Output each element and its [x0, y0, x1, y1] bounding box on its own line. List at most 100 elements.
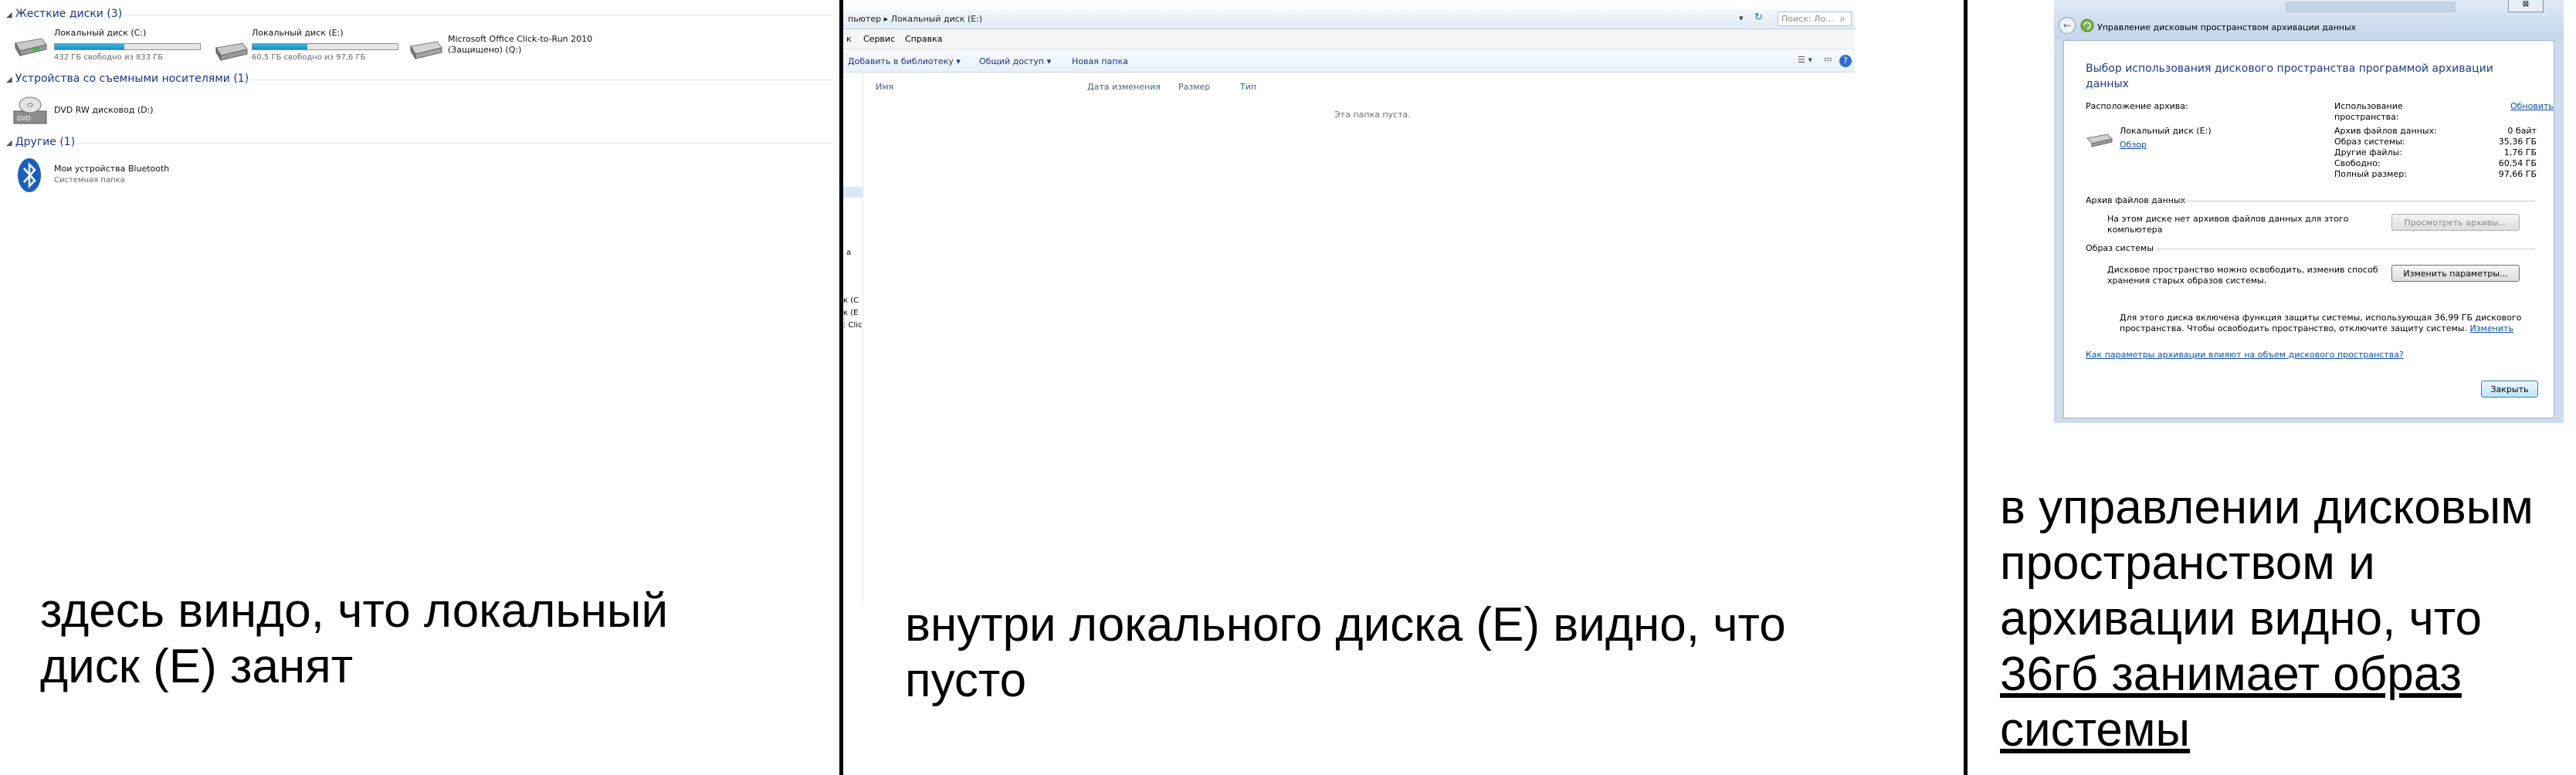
group-other[interactable]: ◢ Другие (1): [6, 136, 75, 148]
search-input[interactable]: Поиск: Ло... ⌕: [1778, 12, 1852, 26]
hard-drive-icon[interactable]: [12, 36, 48, 57]
column-header-size[interactable]: Размер: [1178, 82, 1210, 92]
caption-panel1-line2: диск (Е) занят: [40, 640, 354, 693]
back-arrow-icon[interactable]: ←: [2059, 17, 2076, 34]
address-dropdown-icon[interactable]: ▾: [1739, 13, 1744, 23]
drive-q-name[interactable]: Microsoft Office Click-to-Run 2010: [448, 34, 592, 44]
help-link[interactable]: Как параметры архивации влияют на объем …: [2086, 350, 2404, 360]
dvd-drive-name[interactable]: DVD RW дисковод (D:): [54, 105, 154, 115]
share-button[interactable]: Общий доступ ▾: [979, 56, 1051, 66]
caption-panel2-line1: внутри локального диска (Е) видно, что: [905, 598, 1786, 651]
data-archive-text-1: На этом диске нет архивов файлов данных …: [2107, 214, 2349, 224]
view-options-icon[interactable]: ☰ ▾: [1798, 55, 1812, 65]
disk-e-label: Локальный диск (E:): [2120, 126, 2212, 136]
disk-space-dialog: ⊠ ← Управление дисковым пространством ар…: [2054, 0, 2564, 423]
drive-c-usage-bar: [54, 43, 201, 50]
caption-panel3-line3: архивации видно, что: [2000, 592, 2483, 645]
menu-item-fragment[interactable]: к: [846, 34, 852, 44]
archive-location-label: Расположение архива:: [2086, 101, 2188, 111]
usage-other-label: Другие файлы:: [2334, 147, 2402, 157]
separator-line: [1964, 0, 1968, 775]
backup-icon: [2080, 19, 2094, 32]
change-protection-link[interactable]: Изменить: [2469, 323, 2513, 333]
search-icon[interactable]: ⌕: [1840, 13, 1846, 25]
system-image-title: Образ системы: [2086, 243, 2154, 253]
view-archives-button[interactable]: Просмотреть архивы...: [2391, 214, 2520, 231]
preview-pane-icon[interactable]: ▭: [1824, 54, 1832, 64]
collapse-triangle-icon[interactable]: ◢: [6, 139, 12, 147]
nav-fragment[interactable]: к (E: [843, 309, 858, 317]
toolbar: Добавить в библиотеку ▾ Общий доступ ▾ Н…: [843, 49, 1855, 73]
empty-folder-text: Эта папка пуста.: [1334, 110, 1411, 120]
usage-total-value: 97,66 ГБ: [2498, 169, 2537, 179]
drive-e-usage-bar: [252, 43, 398, 50]
nav-fragment[interactable]: a: [846, 249, 851, 257]
usage-label-2: пространства:: [2334, 112, 2399, 122]
data-archive-title: Архив файлов данных: [2086, 195, 2186, 205]
drive-c-free: 432 ГБ свободно из 833 ГБ: [54, 53, 164, 62]
drive-q-sub: (Защищено) (Q:): [448, 45, 522, 55]
dialog-heading: Выбор использования дискового пространст…: [2086, 63, 2493, 90]
usage-free-value: 60,54 ГБ: [2498, 158, 2537, 168]
dialog-title-bar: ⊠ ← Управление дисковым пространством ар…: [2054, 0, 2564, 40]
system-image-text-1: Дисковое пространство можно освободить, …: [2107, 265, 2378, 275]
protection-text-1: Для этого диска включена функция защиты …: [2120, 313, 2522, 323]
protection-text-2-row: пространства. Чтобы освободить пространс…: [2120, 323, 2513, 333]
drive-e-free: 60,5 ГБ свободно из 97,6 ГБ: [252, 53, 366, 62]
refresh-icon[interactable]: ↻: [1754, 12, 1763, 23]
bluetooth-name[interactable]: Мои устройства Bluetooth: [54, 164, 169, 174]
column-header-type[interactable]: Тип: [1240, 82, 1256, 92]
usage-image-value: 35,36 ГБ: [2498, 137, 2537, 147]
dvd-drive-icon[interactable]: DVD: [11, 91, 49, 130]
caption-panel1-line1: здесь виндо, что локальный: [40, 584, 669, 638]
help-icon[interactable]: ?: [1839, 55, 1852, 67]
menu-item-help[interactable]: Справка: [905, 34, 942, 44]
computer-window-panel: ◢ Жесткие диски (3) Локальный диск (C:) 4…: [0, 0, 842, 533]
svg-text:DVD: DVD: [17, 115, 31, 122]
change-params-button[interactable]: Изменить параметры...: [2391, 265, 2520, 282]
address-bar[interactable]: пьютер ▸ Локальный диск (E:) ▾ ↻ Поиск: …: [843, 9, 1855, 29]
collapse-triangle-icon[interactable]: ◢: [6, 76, 12, 84]
drive-c-name[interactable]: Локальный диск (C:): [54, 28, 146, 38]
hard-drive-icon[interactable]: [213, 40, 249, 62]
caption-panel3-line2: пространством и: [2000, 536, 2375, 590]
menu-bar: к Сервис Справка: [843, 29, 1855, 49]
usage-label-1: Использование: [2334, 101, 2403, 111]
navigation-pane: a к (С к (E : Clic: [843, 73, 863, 602]
usage-archive-label: Архив файлов данных:: [2334, 126, 2437, 136]
system-image-text-2: хранения старых образов системы.: [2107, 276, 2267, 286]
bluetooth-icon[interactable]: [17, 157, 42, 193]
group-removable[interactable]: ◢ Устройства со съемными носителями (1): [6, 73, 249, 85]
group-hard-disks[interactable]: ◢ Жесткие диски (3): [6, 8, 122, 20]
drive-e-name[interactable]: Локальный диск (E:): [252, 28, 344, 38]
usage-archive-value: 0 байт: [2507, 126, 2537, 136]
usage-image-label: Образ системы:: [2334, 137, 2405, 147]
caption-panel3-line1: в управлении дисковым: [2000, 481, 2534, 534]
caption-panel3-line4: 36гб занимает образ: [2000, 648, 2462, 701]
close-window-icon[interactable]: ⊠: [2508, 0, 2544, 12]
bluetooth-sub: Системная папка: [54, 176, 125, 184]
column-header-name[interactable]: Имя: [876, 82, 893, 92]
data-archive-text-2: компьютера: [2107, 225, 2163, 235]
new-folder-button[interactable]: Новая папка: [1072, 56, 1128, 66]
refresh-link[interactable]: Обновить: [2510, 101, 2554, 111]
hard-drive-icon: [2086, 134, 2113, 147]
nav-fragment[interactable]: к (С: [843, 296, 859, 305]
caption-panel2-line2: пусто: [905, 654, 1027, 707]
nav-fragment[interactable]: : Clic: [843, 321, 863, 330]
caption-panel3-line5: системы: [2000, 703, 2191, 756]
office-drive-icon[interactable]: [408, 39, 443, 60]
usage-other-value: 1,76 ГБ: [2503, 147, 2537, 157]
menu-item-service[interactable]: Сервис: [863, 34, 895, 44]
explorer-window-panel: пьютер ▸ Локальный диск (E:) ▾ ↻ Поиск: …: [843, 9, 1855, 602]
usage-total-label: Полный размер:: [2334, 169, 2407, 179]
browse-link[interactable]: Обзор: [2120, 140, 2147, 150]
dialog-title: Управление дисковым пространством архива…: [2097, 22, 2357, 32]
close-button[interactable]: Закрыть: [2481, 381, 2538, 398]
dialog-body: Выбор использования дискового пространст…: [2063, 40, 2554, 418]
breadcrumb[interactable]: пьютер ▸ Локальный диск (E:): [848, 14, 982, 24]
collapse-triangle-icon[interactable]: ◢: [6, 11, 12, 19]
usage-free-label: Свободно:: [2334, 158, 2381, 168]
add-to-library-button[interactable]: Добавить в библиотеку ▾: [848, 56, 961, 66]
column-header-date[interactable]: Дата изменения: [1087, 82, 1161, 92]
